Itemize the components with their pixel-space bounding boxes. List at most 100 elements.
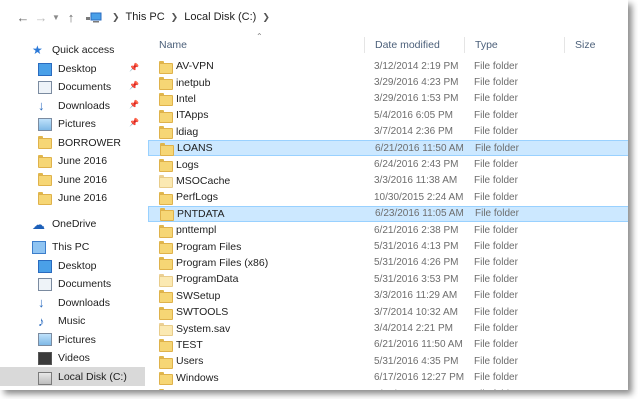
file-name-cell[interactable]: TEST bbox=[159, 339, 364, 353]
file-name[interactable]: SWSetup bbox=[176, 290, 220, 302]
sidebar-item-this-pc[interactable]: This PC bbox=[0, 238, 145, 256]
file-name[interactable]: ITApps bbox=[176, 109, 208, 121]
table-row[interactable]: Users 5/31/2016 4:35 PM File folder bbox=[148, 353, 628, 369]
file-name-cell[interactable]: Users bbox=[159, 355, 364, 369]
up-arrow-icon[interactable]: ↑ bbox=[62, 7, 80, 27]
sidebar-item-pc-pictures[interactable]: Pictures bbox=[0, 331, 145, 349]
breadcrumb-separator-icon[interactable]: ❯ bbox=[262, 12, 270, 23]
table-row[interactable]: AV-VPN 3/12/2014 2:19 PM File folder bbox=[148, 58, 628, 74]
file-name-cell[interactable]: Logs bbox=[159, 159, 364, 173]
file-name-cell[interactable]: Intel bbox=[159, 93, 364, 107]
file-name-cell[interactable]: inetpub bbox=[159, 77, 364, 91]
breadcrumb-separator-icon[interactable]: ❯ bbox=[171, 12, 179, 23]
sidebar-item-pc-music[interactable]: ♪ Music bbox=[0, 312, 145, 330]
table-row[interactable]: inetpub 3/29/2016 4:23 PM File folder bbox=[148, 74, 628, 91]
table-row[interactable]: Windows 6/17/2016 12:27 PM File folder bbox=[148, 370, 628, 386]
file-name[interactable]: SWTOOLS bbox=[176, 306, 228, 318]
table-row[interactable]: TEST 6/21/2016 11:50 AM File folder bbox=[148, 337, 628, 353]
file-name-cell[interactable]: PerfLogs bbox=[159, 191, 364, 205]
sidebar-item-borrower[interactable]: BORROWER bbox=[0, 134, 145, 152]
file-name[interactable]: PNTDATA bbox=[177, 208, 224, 220]
column-header-type[interactable]: Type bbox=[464, 34, 564, 56]
sidebar-item-june-2016[interactable]: June 2016 bbox=[0, 171, 145, 189]
column-header-size[interactable]: Size bbox=[564, 34, 628, 56]
file-name-cell[interactable]: Program Files bbox=[159, 241, 364, 255]
table-row[interactable]: pnttempl 6/21/2016 2:38 PM File folder bbox=[148, 222, 628, 238]
file-name[interactable]: Logs bbox=[176, 159, 199, 171]
pin-icon[interactable]: 📌 bbox=[129, 100, 139, 109]
table-row[interactable]: ITApps 5/4/2016 6:05 PM File folder bbox=[148, 107, 628, 123]
file-name-cell[interactable]: SWSetup bbox=[159, 290, 364, 304]
breadcrumb-separator-icon[interactable]: ❯ bbox=[112, 12, 120, 23]
file-name[interactable]: Windows bbox=[176, 372, 219, 384]
pin-icon[interactable]: 📌 bbox=[129, 63, 139, 72]
sidebar-item-pc-downloads[interactable]: ↓ Downloads bbox=[0, 294, 145, 312]
column-header-name[interactable]: Name bbox=[148, 34, 363, 56]
table-row[interactable]: System.sav 3/4/2014 2:21 PM File folder bbox=[148, 320, 628, 337]
file-name-cell[interactable]: PNTDATA bbox=[160, 208, 365, 222]
file-name-cell[interactable]: pnttempl bbox=[159, 224, 364, 238]
table-row[interactable]: Program Files 5/31/2016 4:13 PM File folde… bbox=[148, 238, 628, 255]
file-name-cell[interactable]: ITApps bbox=[159, 109, 364, 123]
file-name[interactable]: AV-VPN bbox=[176, 60, 214, 72]
breadcrumb-local-disk[interactable]: Local Disk (C:) bbox=[184, 11, 256, 23]
sidebar-item-local-disk[interactable]: Local Disk (C:) bbox=[0, 367, 145, 386]
sidebar-item-downloads[interactable]: ↓ Downloads 📌 bbox=[0, 97, 145, 115]
file-name-cell[interactable]: SWTOOLS bbox=[159, 306, 364, 320]
file-name[interactable]: pnttempl bbox=[176, 224, 216, 236]
file-name[interactable]: ProgramData bbox=[176, 273, 238, 285]
table-row[interactable]: LOANS 6/21/2016 11:50 AM File folder bbox=[148, 140, 628, 157]
file-name[interactable]: LOANS bbox=[177, 142, 213, 154]
file-name-cell[interactable]: Program Files (x86) bbox=[159, 257, 364, 271]
sidebar-item-pc-desktop[interactable]: Desktop bbox=[0, 257, 145, 275]
file-name-cell[interactable]: ldiag bbox=[159, 126, 364, 140]
column-header-date-modified[interactable]: Date modified bbox=[364, 34, 464, 56]
table-row[interactable]: SWTOOLS 3/7/2014 10:32 AM File folder bbox=[148, 304, 628, 320]
sidebar-item-june-2016[interactable]: June 2016 bbox=[0, 189, 145, 207]
file-name-cell[interactable]: ProgramData bbox=[159, 273, 364, 287]
file-name[interactable]: ldiag bbox=[176, 126, 198, 138]
file-name[interactable]: WINDOWS bbox=[176, 388, 229, 390]
table-row[interactable]: PNTDATA 6/23/2016 11:05 AM File folder bbox=[148, 205, 628, 222]
file-name[interactable]: PerfLogs bbox=[176, 191, 218, 203]
table-row[interactable]: SWSetup 3/3/2016 11:29 AM File folder bbox=[148, 288, 628, 304]
table-row[interactable]: MSOCache 3/3/2016 11:38 AM File folder bbox=[148, 173, 628, 189]
forward-arrow-icon[interactable]: → bbox=[32, 7, 50, 27]
table-row[interactable]: ProgramData 5/31/2016 3:53 PM File folder bbox=[148, 271, 628, 287]
pin-icon[interactable]: 📌 bbox=[129, 81, 139, 90]
breadcrumb-this-pc[interactable]: This PC bbox=[126, 11, 165, 23]
table-row[interactable]: ldiag 3/7/2014 2:36 PM File folder bbox=[148, 124, 628, 140]
file-name-cell[interactable]: AV-VPN bbox=[159, 60, 364, 74]
sidebar-item-pc-videos[interactable]: Videos bbox=[0, 349, 145, 367]
file-name-cell[interactable]: WINDOWS bbox=[159, 388, 364, 390]
file-name-cell[interactable]: LOANS bbox=[160, 142, 365, 156]
pin-icon[interactable]: 📌 bbox=[129, 118, 139, 127]
breadcrumb[interactable]: ❯ This PC ❯ Local Disk (C:) ❯ bbox=[86, 6, 276, 28]
table-row[interactable]: PerfLogs 10/30/2015 2:24 AM File folder bbox=[148, 189, 628, 205]
file-name[interactable]: Program Files (x86) bbox=[176, 257, 268, 269]
back-arrow-icon[interactable]: ← bbox=[14, 7, 32, 27]
file-name-cell[interactable]: Windows bbox=[159, 372, 364, 386]
sidebar-item-pictures[interactable]: Pictures 📌 bbox=[0, 115, 145, 133]
file-name[interactable]: Users bbox=[176, 355, 203, 367]
table-row[interactable]: Intel 3/29/2016 1:53 PM File folder bbox=[148, 91, 628, 107]
sidebar-item-onedrive[interactable]: ☁ OneDrive bbox=[0, 215, 145, 233]
sidebar-item-june-2016[interactable]: June 2016 bbox=[0, 152, 145, 170]
file-name[interactable]: Program Files bbox=[176, 241, 241, 253]
recent-locations-chevron-icon[interactable]: ▼ bbox=[50, 7, 62, 27]
table-row[interactable]: Program Files (x86) 5/31/2016 4:26 PM File… bbox=[148, 255, 628, 271]
file-name[interactable]: Intel bbox=[176, 93, 196, 105]
file-name[interactable]: MSOCache bbox=[176, 175, 230, 187]
file-name[interactable]: inetpub bbox=[176, 77, 210, 89]
file-name[interactable]: TEST bbox=[176, 339, 203, 351]
sidebar-item-desktop[interactable]: Desktop 📌 bbox=[0, 60, 145, 78]
file-date-modified: 3/7/2014 10:32 AM bbox=[374, 306, 458, 318]
file-name-cell[interactable]: MSOCache bbox=[159, 175, 364, 189]
sidebar-item-quick-access[interactable]: ★ Quick access bbox=[0, 41, 145, 59]
file-name[interactable]: System.sav bbox=[176, 323, 230, 335]
table-row[interactable]: Logs 6/24/2016 2:43 PM File folder bbox=[148, 156, 628, 173]
sidebar-item-pc-documents[interactable]: Documents bbox=[0, 275, 145, 293]
sidebar-item-documents[interactable]: Documents 📌 bbox=[0, 78, 145, 96]
file-name-cell[interactable]: System.sav bbox=[159, 323, 364, 337]
table-row[interactable]: WINDOWS 6/17/2016 12:27 PM File folder bbox=[148, 386, 628, 390]
